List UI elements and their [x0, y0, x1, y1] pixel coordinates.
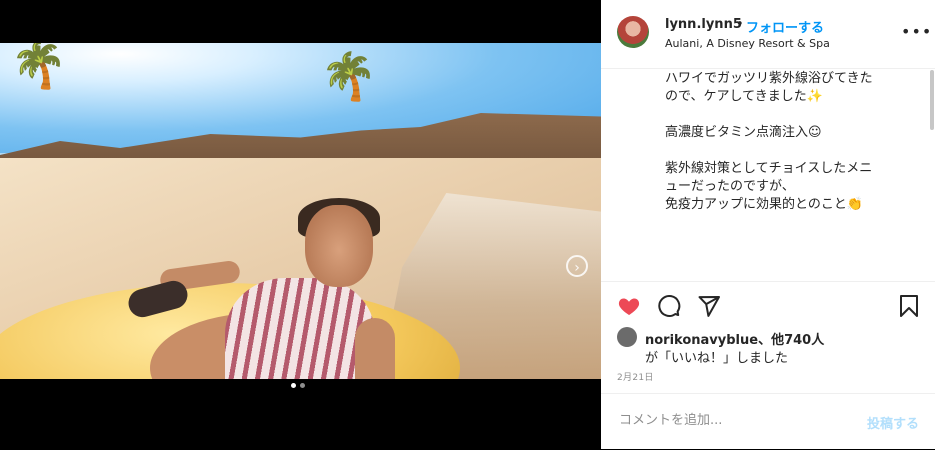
next-photo-button[interactable]: ›	[566, 255, 588, 277]
post-comment-button[interactable]: 投稿する	[867, 413, 919, 432]
avatar[interactable]	[617, 327, 637, 347]
location-link[interactable]: Aulani, A Disney Resort & Spa	[665, 37, 830, 50]
chevron-right-icon: ›	[574, 260, 580, 276]
caption-line: ューだったのですが、	[665, 179, 795, 194]
follow-button[interactable]: フォローする	[746, 17, 824, 36]
caption-line: 免疫力アップに効果的とのこと👏	[665, 197, 864, 212]
palm-tree-icon: 🌴	[320, 49, 378, 103]
action-bar	[601, 281, 935, 330]
separator-dot: •	[736, 17, 744, 32]
comment-input[interactable]	[617, 412, 841, 429]
post-header: lynn.lynn5 • フォローする Aulani, A Disney Res…	[601, 0, 935, 69]
bookmark-icon[interactable]	[897, 294, 921, 318]
caption-line: ハワイでガッツリ紫外線浴びてきた	[665, 71, 873, 86]
likes-suffix: が「いいね！」しました	[645, 351, 789, 366]
ellipsis-icon[interactable]: •••	[901, 22, 932, 41]
comment-icon[interactable]	[657, 294, 681, 318]
share-icon[interactable]	[697, 294, 721, 318]
media-pane: 🌴 🌴 ›	[0, 0, 601, 449]
username-link[interactable]: lynn.lynn5	[665, 17, 742, 32]
caption-scrollbar[interactable]	[930, 70, 934, 130]
caption-line: ので、ケアしてきました✨	[665, 89, 823, 104]
carousel-dots	[291, 383, 305, 388]
caption-line: 紫外線対策としてチョイスしたメニ	[665, 161, 873, 176]
post-modal: 🌴 🌴 › lynn.lynn5 • フォローする Aulani, A Disn…	[0, 0, 935, 449]
heart-icon[interactable]	[617, 294, 641, 318]
caption-line: 高濃度ビタミン点滴注入☺	[665, 125, 822, 140]
post-details-panel: lynn.lynn5 • フォローする Aulani, A Disney Res…	[601, 0, 935, 449]
carousel-dot[interactable]	[291, 383, 296, 388]
liker-username[interactable]: norikonavyblue	[645, 333, 758, 348]
caption: ハワイでガッツリ紫外線浴びてきた ので、ケアしてきました✨ 高濃度ビタミン点滴注…	[617, 70, 919, 280]
post-date[interactable]: 2月21日	[617, 370, 654, 383]
carousel-dot[interactable]	[300, 383, 305, 388]
post-photo[interactable]: 🌴 🌴 ›	[0, 43, 601, 379]
palm-tree-icon: 🌴	[10, 43, 68, 91]
avatar[interactable]	[617, 16, 649, 48]
person	[225, 278, 375, 379]
likes-count[interactable]: 、他740人	[758, 333, 824, 348]
comment-bar: 投稿する	[601, 393, 935, 450]
